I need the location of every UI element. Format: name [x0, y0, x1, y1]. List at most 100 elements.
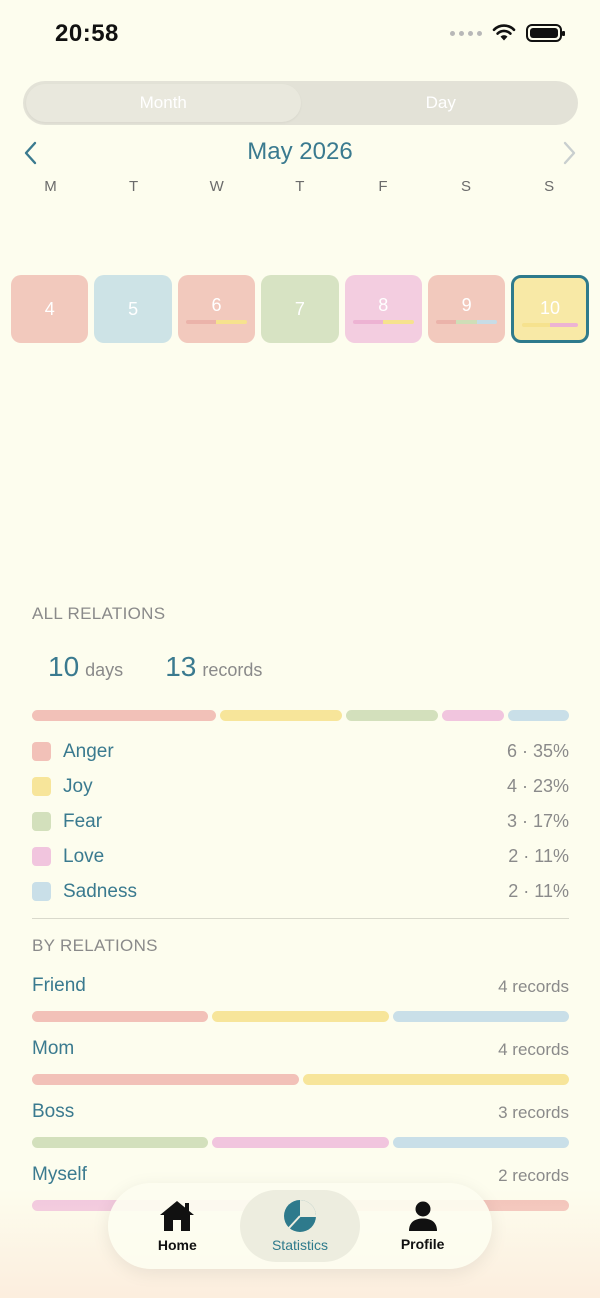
tab-label: Home — [157, 1237, 197, 1253]
relation-header: Friend 4 records — [32, 975, 569, 1003]
emotion-name: Anger — [63, 740, 114, 762]
color-swatch — [32, 882, 51, 901]
calendar-week-row: 4 5 6 7 8 9 10 — [11, 275, 591, 343]
relation-item[interactable]: Friend 4 records — [32, 975, 569, 1022]
relation-emotion-segment — [392, 1137, 569, 1148]
distribution-segment — [346, 710, 439, 721]
weekday-label: T — [295, 178, 305, 195]
relation-emotion-segment — [302, 1074, 569, 1085]
pie-chart-icon — [283, 1200, 316, 1232]
emotion-name: Love — [63, 845, 105, 867]
tab-label: Profile — [400, 1236, 445, 1252]
totals-summary: 10 days 13 records — [48, 651, 262, 683]
legend-row: Sadness 2 · 11% — [32, 874, 569, 909]
relation-emotion-segment — [392, 1011, 569, 1022]
day-emotion-segment — [185, 320, 217, 324]
color-swatch — [32, 777, 51, 796]
calendar-day[interactable]: 9 — [427, 275, 506, 343]
day-emotion-bar — [352, 320, 414, 324]
weekday-label: T — [129, 178, 139, 195]
relation-record-count: 4 records — [498, 1040, 569, 1059]
day-emotion-bar — [522, 323, 578, 327]
weekday-label: F — [378, 178, 388, 195]
relation-record-count: 4 records — [498, 977, 569, 996]
segment-day[interactable]: Day — [304, 81, 579, 125]
relation-name: Mom — [32, 1038, 75, 1059]
emotion-name: Joy — [63, 775, 93, 797]
view-segment-control: Month Day — [23, 81, 578, 125]
day-emotion-segment — [456, 320, 477, 324]
day-emotion-segment — [522, 323, 551, 327]
day-emotion-bar — [185, 320, 248, 324]
by-relations-label: BY RELATIONS — [32, 936, 158, 955]
color-swatch — [32, 742, 51, 761]
tab-home[interactable]: Home — [117, 1190, 237, 1262]
emotion-value: 3 · 17% — [506, 811, 569, 831]
day-emotion-segment — [383, 320, 414, 324]
distribution-segment — [219, 710, 343, 721]
weekday-label: S — [461, 178, 472, 195]
person-icon — [408, 1201, 437, 1231]
tab-bar: Home Statistics Profile — [108, 1183, 492, 1269]
emotion-name: Fear — [63, 810, 103, 832]
emotion-distribution-bar — [32, 710, 569, 721]
calendar-day[interactable]: 10 — [511, 275, 589, 343]
day-number: 10 — [540, 298, 561, 318]
emotion-name: Sadness — [63, 880, 137, 902]
wifi-icon — [492, 24, 516, 41]
color-swatch — [32, 847, 51, 866]
emotion-value: 6 · 35% — [506, 741, 569, 761]
relation-header: Mom 4 records — [32, 1038, 569, 1066]
calendar-day[interactable]: 6 — [177, 275, 256, 343]
all-relations-label: ALL RELATIONS — [32, 604, 166, 623]
relation-emotion-segment — [32, 1074, 299, 1085]
chevron-right-icon[interactable] — [556, 140, 580, 166]
status-time: 20:58 — [55, 20, 119, 47]
relation-name: Myself — [32, 1164, 87, 1185]
relation-item[interactable]: Mom 4 records — [32, 1038, 569, 1085]
relation-item[interactable]: Boss 3 records — [32, 1101, 569, 1148]
emotion-legend: Anger 6 · 35% Joy 4 · 23% Fear 3 · 17% Love 2 ·… — [32, 734, 569, 909]
records-total: 13 records — [165, 651, 263, 682]
segment-month[interactable]: Month — [26, 84, 301, 122]
emotion-value: 2 · 11% — [508, 846, 569, 866]
legend-row: Joy 4 · 23% — [32, 769, 569, 804]
weekday-header: M T W T F S S — [9, 178, 591, 195]
day-emotion-segment — [550, 323, 578, 327]
weekday-label: S — [544, 178, 555, 195]
signal-dots-icon — [450, 30, 482, 36]
days-total: 10 days — [48, 651, 124, 682]
day-emotion-segment — [476, 320, 498, 324]
status-icons — [450, 24, 565, 42]
distribution-segment — [442, 710, 504, 721]
calendar-day[interactable]: 7 — [261, 275, 339, 343]
distribution-segment — [507, 710, 569, 721]
day-emotion-segment — [352, 320, 384, 324]
tab-profile[interactable]: Profile — [363, 1190, 483, 1262]
color-swatch — [32, 812, 51, 831]
month-title: May 2026 — [247, 138, 353, 165]
weekday-label: M — [44, 178, 57, 195]
relation-emotion-bar — [32, 1074, 569, 1085]
relation-header: Boss 3 records — [32, 1101, 569, 1129]
day-number: 4 — [44, 299, 55, 319]
calendar-header: May 2026 — [0, 132, 600, 176]
emotion-value: 2 · 11% — [508, 881, 569, 901]
day-number: 9 — [461, 295, 472, 315]
relation-emotion-segment — [32, 1011, 209, 1022]
relation-record-count: 3 records — [498, 1103, 569, 1122]
distribution-segment — [32, 710, 216, 721]
day-number: 8 — [378, 295, 389, 315]
calendar-day[interactable]: 4 — [11, 275, 89, 343]
day-number: 5 — [128, 299, 139, 319]
emotion-value: 4 · 23% — [506, 776, 569, 796]
day-emotion-segment — [435, 320, 457, 324]
tab-label: Statistics — [271, 1237, 328, 1253]
calendar-day[interactable]: 8 — [344, 275, 422, 343]
calendar-day[interactable]: 5 — [94, 275, 172, 343]
relation-emotion-bar — [32, 1011, 569, 1022]
relation-name: Friend — [32, 975, 86, 996]
tab-statistics[interactable]: Statistics — [239, 1190, 360, 1262]
day-number: 6 — [211, 295, 222, 315]
legend-row: Anger 6 · 35% — [32, 734, 569, 769]
